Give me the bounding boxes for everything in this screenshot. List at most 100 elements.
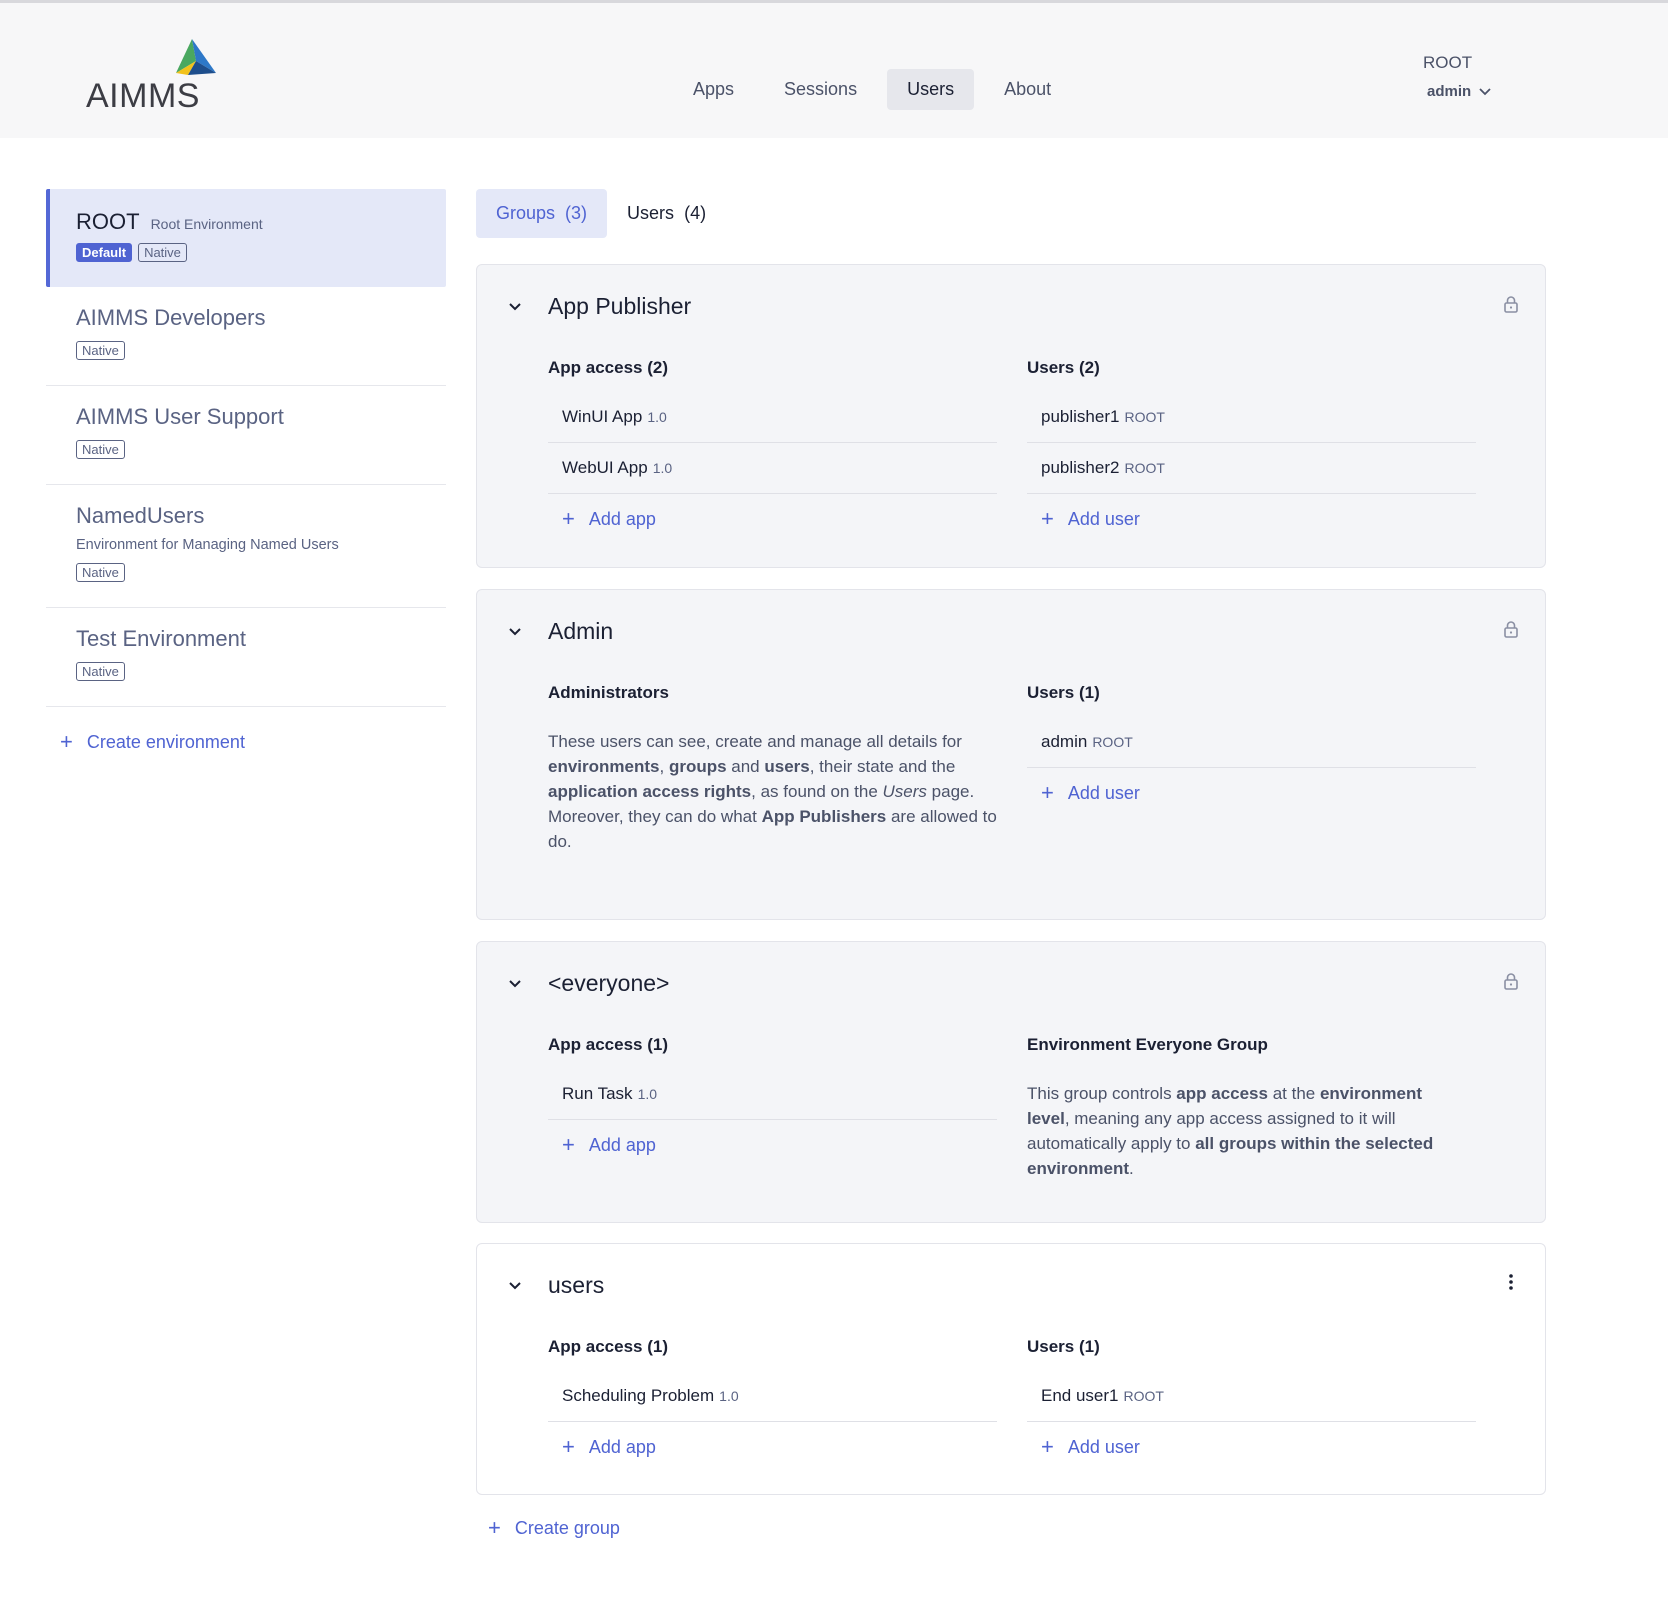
add-user-button[interactable]: + Add user (1027, 1422, 1476, 1472)
lock-icon (1504, 973, 1518, 990)
users-heading: Users (2) (1027, 358, 1100, 377)
everyone-info-column: Environment Everyone Group This group co… (1027, 1035, 1467, 1181)
add-app-button[interactable]: + Add app (548, 1120, 997, 1170)
app-version: 1.0 (719, 1388, 739, 1404)
env-description: Root Environment (150, 216, 263, 232)
env-title: AIMMS Developers (76, 305, 266, 330)
users-heading: Users (1) (1027, 1337, 1100, 1356)
create-group-button[interactable]: + Create group (488, 1517, 620, 1539)
everyone-description: This group controls app access at the en… (1027, 1084, 1434, 1178)
users-heading: Users (1) (1027, 683, 1100, 702)
env-subtitle: Environment for Managing Named Users (76, 537, 339, 553)
env-item-root[interactable]: ROOT Root Environment Default Native (46, 189, 446, 287)
group-card-admin: Admin Administrators These users can see… (476, 589, 1546, 920)
add-user-label: Add user (1067, 782, 1140, 803)
tab-groups[interactable]: Groups (3) (476, 189, 608, 238)
plus-icon: + (488, 1515, 501, 1540)
app-name: WebUI App (562, 458, 648, 477)
user-row[interactable]: admin ROOT (1027, 717, 1476, 768)
add-user-button[interactable]: + Add user (1027, 494, 1476, 544)
add-app-label: Add app (588, 1134, 656, 1155)
create-group-label: Create group (514, 1517, 620, 1538)
user-menu[interactable]: admin (1427, 83, 1491, 100)
lock-icon (1504, 296, 1518, 313)
chevron-down-icon[interactable] (507, 299, 523, 315)
current-environment: ROOT (1423, 53, 1473, 72)
user-row[interactable]: publisher1 ROOT (1027, 392, 1476, 443)
app-row[interactable]: Scheduling Problem 1.0 (548, 1371, 997, 1422)
app-row[interactable]: WinUI App 1.0 (548, 392, 997, 443)
group-user-tabs: Groups (3) Users (4) (476, 189, 726, 238)
user-environment: ROOT (1124, 460, 1165, 476)
app-version: 1.0 (652, 460, 673, 476)
group-card-everyone: <everyone> App access (1) Run Task 1.0 + A… (476, 941, 1546, 1223)
environment-sidebar: ROOT Root Environment Default Native AIM… (46, 189, 446, 777)
tab-users[interactable]: Users (4) (607, 189, 726, 238)
logo-mark-icon (176, 39, 216, 75)
env-item-test-environment[interactable]: Test Environment Native (46, 608, 446, 707)
user-row[interactable]: publisher2 ROOT (1027, 443, 1476, 494)
tab-users-count: (4) (684, 203, 707, 223)
env-item-aimms-developers[interactable]: AIMMS Developers Native (46, 287, 446, 386)
tag-native: Native (76, 563, 125, 582)
user-row[interactable]: End user1 ROOT (1027, 1371, 1476, 1422)
user-name: publisher1 (1041, 407, 1120, 426)
app-version: 1.0 (637, 1086, 658, 1102)
app-version: 1.0 (647, 409, 667, 425)
env-title: AIMMS User Support (76, 404, 284, 429)
aimms-logo[interactable]: AIMMS (86, 39, 216, 115)
app-name: WinUI App (562, 407, 643, 426)
group-title: users (548, 1272, 605, 1298)
env-item-aimms-user-support[interactable]: AIMMS User Support Native (46, 386, 446, 485)
app-header: AIMMS Apps Sessions Users About ROOT adm… (0, 3, 1668, 138)
app-row[interactable]: WebUI App 1.0 (548, 443, 997, 494)
chevron-down-icon[interactable] (507, 976, 523, 992)
tag-native: Native (76, 662, 125, 681)
app-access-heading: App access (1) (548, 1035, 668, 1054)
user-environment: ROOT (1092, 734, 1133, 750)
chevron-down-icon (1479, 87, 1491, 95)
plus-icon: + (1041, 506, 1054, 531)
logo-text: AIMMS (86, 77, 200, 115)
nav-sessions[interactable]: Sessions (764, 69, 877, 110)
plus-icon: + (562, 1434, 575, 1459)
nav-about[interactable]: About (984, 69, 1071, 110)
app-access-column: App access (2) WinUI App 1.0 WebUI App 1.0… (548, 358, 997, 544)
user-name: admin (1041, 732, 1088, 751)
user-environment: ROOT (1123, 1388, 1164, 1404)
add-app-button[interactable]: + Add app (548, 494, 997, 544)
add-app-button[interactable]: + Add app (548, 1422, 997, 1472)
group-title: App Publisher (548, 293, 692, 319)
add-user-button[interactable]: + Add user (1027, 768, 1476, 818)
nav-apps[interactable]: Apps (673, 69, 754, 110)
users-column: Users (2) publisher1 ROOT publisher2 ROOT … (1027, 358, 1476, 544)
tag-native: Native (138, 243, 187, 262)
tab-users-label: Users (627, 203, 675, 223)
app-row[interactable]: Run Task 1.0 (548, 1069, 997, 1120)
env-item-namedusers[interactable]: NamedUsers Environment for Managing Name… (46, 485, 446, 608)
env-title: Test Environment (76, 626, 246, 651)
tag-default: Default (76, 243, 133, 262)
add-app-label: Add app (588, 508, 656, 529)
tag-native: Native (76, 341, 125, 360)
lock-icon (1504, 621, 1518, 638)
create-environment-button[interactable]: + Create environment (46, 707, 446, 777)
group-title: Admin (548, 618, 614, 644)
admin-description: These users can see, create and manage a… (548, 732, 997, 851)
administrators-column: Administrators These users can see, crea… (548, 683, 997, 854)
tag-native: Native (76, 440, 125, 459)
users-column: Users (1) admin ROOT + Add user (1027, 683, 1476, 818)
main-nav: Apps Sessions Users About (673, 69, 1081, 110)
env-title: NamedUsers (76, 503, 205, 528)
chevron-down-icon[interactable] (507, 624, 523, 640)
group-card-users: users App access (1) Scheduling Problem 1… (476, 1243, 1546, 1495)
add-app-label: Add app (588, 1436, 656, 1457)
administrators-heading: Administrators (548, 683, 669, 702)
more-options-icon[interactable] (1509, 1274, 1513, 1290)
users-column: Users (1) End user1 ROOT + Add user (1027, 1337, 1476, 1472)
app-access-column: App access (1) Run Task 1.0 + Add app (548, 1035, 997, 1170)
create-environment-label: Create environment (86, 731, 245, 752)
chevron-down-icon[interactable] (507, 1278, 523, 1294)
nav-users[interactable]: Users (887, 69, 975, 110)
plus-icon: + (562, 506, 575, 531)
